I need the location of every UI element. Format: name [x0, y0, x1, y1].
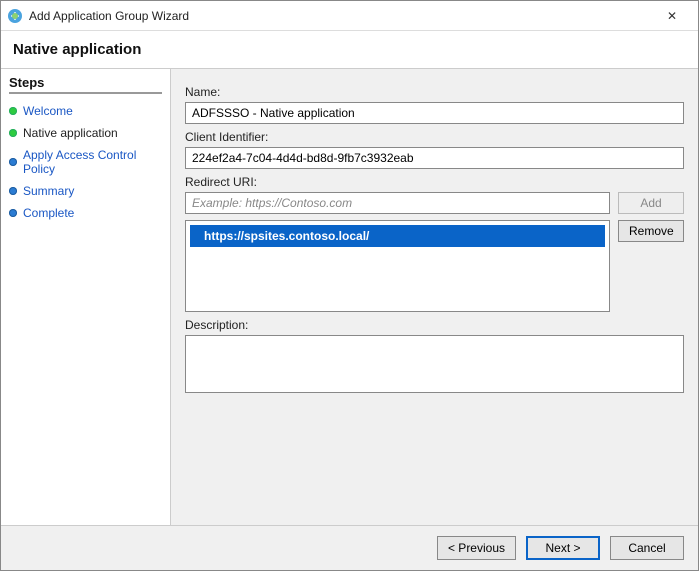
close-icon: ✕ [667, 9, 677, 23]
close-button[interactable]: ✕ [652, 1, 692, 30]
step-label: Native application [23, 126, 118, 140]
name-input[interactable] [185, 102, 684, 124]
steps-sidebar: Steps Welcome Native application Apply A… [1, 69, 171, 525]
app-icon [7, 8, 23, 24]
window-title: Add Application Group Wizard [29, 9, 652, 23]
name-label: Name: [185, 85, 684, 99]
wizard-body: Steps Welcome Native application Apply A… [1, 69, 698, 525]
bullet-pending-icon [9, 158, 17, 166]
step-label: Apply Access Control Policy [23, 148, 162, 176]
cancel-button[interactable]: Cancel [610, 536, 684, 560]
step-complete[interactable]: Complete [9, 202, 162, 224]
footer: < Previous Next > Cancel [1, 525, 698, 570]
step-native-application[interactable]: Native application [9, 122, 162, 144]
subheader: Native application [1, 31, 698, 69]
step-label: Summary [23, 184, 74, 198]
steps-heading: Steps [9, 75, 162, 94]
redirect-label: Redirect URI: [185, 175, 684, 189]
previous-button[interactable]: < Previous [437, 536, 516, 560]
remove-button[interactable]: Remove [618, 220, 684, 242]
clientid-label: Client Identifier: [185, 130, 684, 144]
redirect-uri-input[interactable] [185, 192, 610, 214]
clientid-input[interactable] [185, 147, 684, 169]
add-button[interactable]: Add [618, 192, 684, 214]
description-label: Description: [185, 318, 684, 332]
redirect-uri-list[interactable]: https://spsites.contoso.local/ [185, 220, 610, 312]
step-welcome[interactable]: Welcome [9, 100, 162, 122]
bullet-pending-icon [9, 187, 17, 195]
step-label: Complete [23, 206, 74, 220]
step-apply-access-control-policy[interactable]: Apply Access Control Policy [9, 144, 162, 180]
step-summary[interactable]: Summary [9, 180, 162, 202]
next-button[interactable]: Next > [526, 536, 600, 560]
bullet-current-icon [9, 129, 17, 137]
wizard-window: Add Application Group Wizard ✕ Native ap… [0, 0, 699, 571]
bullet-pending-icon [9, 209, 17, 217]
description-textarea[interactable] [185, 335, 684, 393]
page-title: Native application [13, 41, 686, 58]
redirect-row: https://spsites.contoso.local/ Add Remov… [185, 192, 684, 312]
bullet-done-icon [9, 107, 17, 115]
step-label: Welcome [23, 104, 73, 118]
titlebar: Add Application Group Wizard ✕ [1, 1, 698, 31]
redirect-uri-item[interactable]: https://spsites.contoso.local/ [190, 225, 605, 247]
form-panel: Name: Client Identifier: Redirect URI: h… [171, 69, 698, 525]
